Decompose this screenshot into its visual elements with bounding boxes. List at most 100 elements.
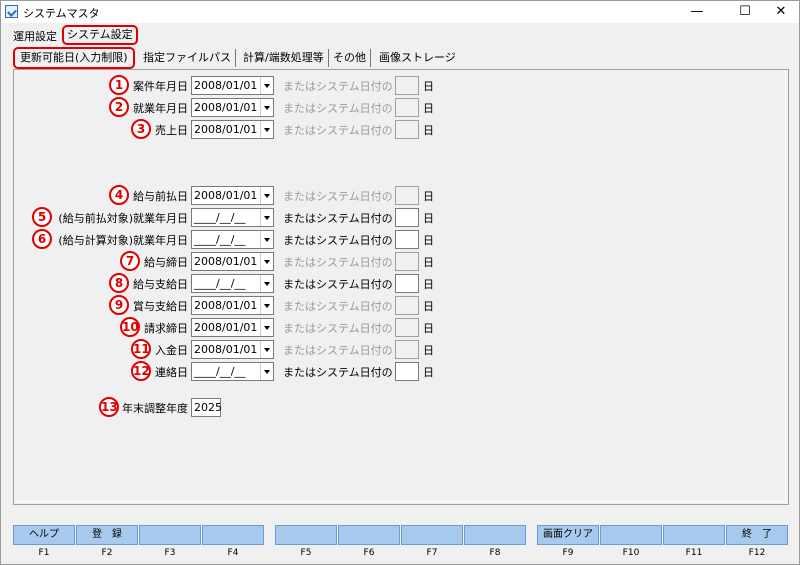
date-value: ____/__/__ [194,211,246,224]
date-picker[interactable]: 2008/01/01 [191,318,274,337]
fkey-f12[interactable]: 終 了 F12 [726,525,788,559]
date-picker[interactable]: ____/__/__ [191,362,274,381]
fkey-button[interactable] [275,525,337,545]
date-setting-row: 2 就業年月日 2008/01/01 またはシステム日付の日 [16,97,776,118]
fkey-label: F4 [227,548,239,558]
close-button[interactable]: ✕ [765,1,797,23]
date-setting-row: 10 請求締日 2008/01/01 またはシステム日付の日 [16,317,776,338]
date-picker[interactable]: 2008/01/01 [191,340,274,359]
day-offset-input [395,318,419,337]
day-offset-input[interactable] [395,230,419,249]
tab-image-storage[interactable]: 画像ストレージ [375,49,460,67]
tab-file-path[interactable]: 指定ファイルパス [139,49,236,67]
fkey-f10[interactable]: F10 [600,525,662,559]
fkey-label: F3 [164,548,176,558]
chevron-down-icon[interactable] [260,275,273,292]
date-setting-label: 賞与支給日 [133,300,188,313]
tab-calculation[interactable]: 計算/端数処理等 [239,49,329,67]
fkey-button[interactable] [401,525,463,545]
fkey-f8[interactable]: F8 [464,525,526,559]
chevron-down-icon[interactable] [260,363,273,380]
chevron-down-icon[interactable] [260,99,273,116]
chevron-down-icon[interactable] [260,77,273,94]
day-offset-input [395,252,419,271]
date-picker[interactable]: ____/__/__ [191,208,274,227]
fkey-f5[interactable]: F5 [275,525,337,559]
date-setting-row: 9 賞与支給日 2008/01/01 またはシステム日付の日 [16,295,776,316]
tab-other[interactable]: その他 [329,49,371,67]
fkey-label: F2 [101,548,113,558]
date-picker[interactable]: ____/__/__ [191,274,274,293]
fkey-button[interactable] [338,525,400,545]
day-unit-label: 日 [423,234,434,247]
fkey-button[interactable] [464,525,526,545]
chevron-down-icon[interactable] [260,341,273,358]
date-picker[interactable]: 2008/01/01 [191,76,274,95]
date-picker[interactable]: 2008/01/01 [191,186,274,205]
date-setting-label: 案件年月日 [133,80,188,93]
date-setting-row: 7 給与締日 2008/01/01 またはシステム日付の日 [16,251,776,272]
chevron-down-icon[interactable] [260,121,273,138]
fkey-button[interactable] [600,525,662,545]
system-date-label: またはシステム日付の [283,300,393,313]
date-picker[interactable]: ____/__/__ [191,230,274,249]
fkey-button[interactable] [202,525,264,545]
date-setting-row: 4 給与前払日 2008/01/01 またはシステム日付の日 [16,185,776,206]
label-wrap: (給与前払対象)就業年月日 [16,208,188,228]
fkey-f6[interactable]: F6 [338,525,400,559]
chevron-down-icon[interactable] [260,319,273,336]
fkey-button[interactable]: 画面クリア [537,525,599,545]
date-picker[interactable]: 2008/01/01 [191,98,274,117]
chevron-down-icon[interactable] [260,231,273,248]
day-offset-input [395,120,419,139]
day-offset-input[interactable] [395,208,419,227]
day-offset-input[interactable] [395,362,419,381]
day-offset-input[interactable] [395,274,419,293]
fkey-f4[interactable]: F4 [202,525,264,559]
date-value: 2008/01/01 [194,189,258,202]
menu-system-settings[interactable]: システム設定 [62,25,138,45]
date-value: ____/__/__ [194,365,246,378]
fkey-f3[interactable]: F3 [139,525,201,559]
app-icon [5,5,18,18]
fkey-button[interactable]: 終 了 [726,525,788,545]
fkey-label: F9 [562,548,574,558]
fkey-f11[interactable]: F11 [663,525,725,559]
fkey-label: F7 [426,548,438,558]
date-setting-row: 1 案件年月日 2008/01/01 またはシステム日付の日 [16,75,776,96]
fkey-button[interactable] [139,525,201,545]
fkey-f1[interactable]: ヘルプ F1 [13,525,75,559]
date-setting-row: 8 給与支給日 ____/__/__ またはシステム日付の日 [16,273,776,294]
main-window: システムマスタ — ☐ ✕ 運用設定 システム設定 更新可能日(入力制限) 指定… [0,0,800,565]
date-picker[interactable]: 2008/01/01 [191,252,274,271]
day-offset-input [395,340,419,359]
date-picker[interactable]: 2008/01/01 [191,120,274,139]
label-wrap: 賞与支給日 [16,296,188,316]
maximize-button[interactable]: ☐ [729,1,761,23]
date-picker[interactable]: 2008/01/01 [191,296,274,315]
fkey-label: F10 [622,548,640,558]
fkey-button[interactable]: ヘルプ [13,525,75,545]
fkey-button[interactable]: 登 録 [76,525,138,545]
chevron-down-icon[interactable] [260,297,273,314]
fkey-f2[interactable]: 登 録 F2 [76,525,138,559]
fkey-f7[interactable]: F7 [401,525,463,559]
tab-update-date-limit[interactable]: 更新可能日(入力制限) [13,47,135,69]
minimize-button[interactable]: — [681,1,713,23]
chevron-down-icon[interactable] [260,187,273,204]
date-setting-label: 入金日 [155,344,188,357]
chevron-down-icon[interactable] [260,209,273,226]
year-end-adjustment-input[interactable]: 2025 [191,398,222,417]
day-offset-input [395,76,419,95]
menu-bar: 運用設定 システム設定 [1,25,799,45]
chevron-down-icon[interactable] [260,253,273,270]
day-unit-label: 日 [423,190,434,203]
fkey-button[interactable] [663,525,725,545]
year-end-adjustment-label: 年末調整年度 [122,402,188,415]
menu-operation-settings[interactable]: 運用設定 [13,28,57,44]
label-wrap: 給与締日 [16,252,188,272]
day-offset-input [395,296,419,315]
day-unit-label: 日 [423,256,434,269]
fkey-f9[interactable]: 画面クリア F9 [537,525,599,559]
date-value: 2008/01/01 [194,123,258,136]
